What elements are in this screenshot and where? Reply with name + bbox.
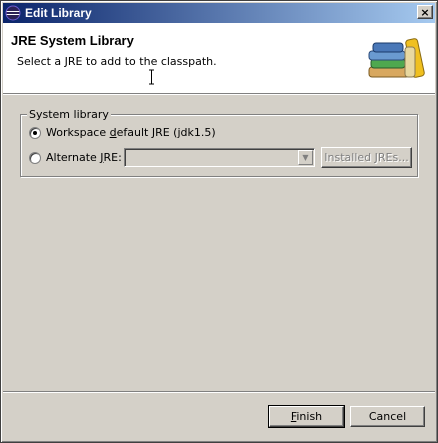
close-icon: ×: [420, 5, 430, 19]
alternate-jre-radio[interactable]: Alternate JRE:: [29, 151, 122, 164]
label-part: Workspace: [46, 126, 110, 139]
edit-library-dialog: Edit Library × JRE System Library Select…: [0, 0, 438, 443]
page-title: JRE System Library: [11, 33, 134, 48]
finish-button[interactable]: Finish: [268, 405, 345, 428]
label-part: efault JRE (jdk1.5): [116, 126, 216, 139]
radio-dot: [33, 130, 37, 135]
window-title: Edit Library: [25, 6, 92, 20]
label-part: inish: [296, 410, 323, 423]
installed-jres-button[interactable]: Installed JREs...: [321, 147, 412, 168]
page-description: Select a JRE to add to the classpath.: [17, 55, 217, 68]
label-part: RE:: [103, 151, 122, 164]
chevron-down-icon[interactable]: ▼: [298, 150, 313, 165]
workspace-default-label: Workspace default JRE (jdk1.5): [46, 126, 216, 139]
alternate-jre-label: Alternate JRE:: [46, 151, 122, 164]
label-mnemonic: d: [109, 126, 117, 139]
radio-button[interactable]: [29, 151, 41, 164]
cancel-label: Cancel: [368, 410, 407, 423]
eclipse-icon: [5, 5, 21, 21]
group-legend: System library: [27, 108, 111, 121]
footer-separator: [3, 391, 435, 393]
installed-jres-label: Installed JREs...: [324, 151, 409, 164]
radio-button-selected[interactable]: [29, 126, 41, 139]
header-separator: [3, 93, 435, 95]
title-bar[interactable]: Edit Library ×: [3, 3, 435, 23]
close-button[interactable]: ×: [417, 5, 433, 19]
alternate-jre-combo[interactable]: ▼: [124, 148, 315, 167]
books-icon: [368, 38, 425, 78]
label-part: Alternate: [46, 151, 101, 164]
cancel-button[interactable]: Cancel: [350, 406, 425, 427]
workspace-default-radio[interactable]: Workspace default JRE (jdk1.5): [29, 126, 216, 139]
text-cursor-icon: [149, 69, 154, 85]
finish-label: Finish: [291, 410, 322, 423]
dialog-header: JRE System Library Select a JRE to add t…: [3, 23, 435, 93]
